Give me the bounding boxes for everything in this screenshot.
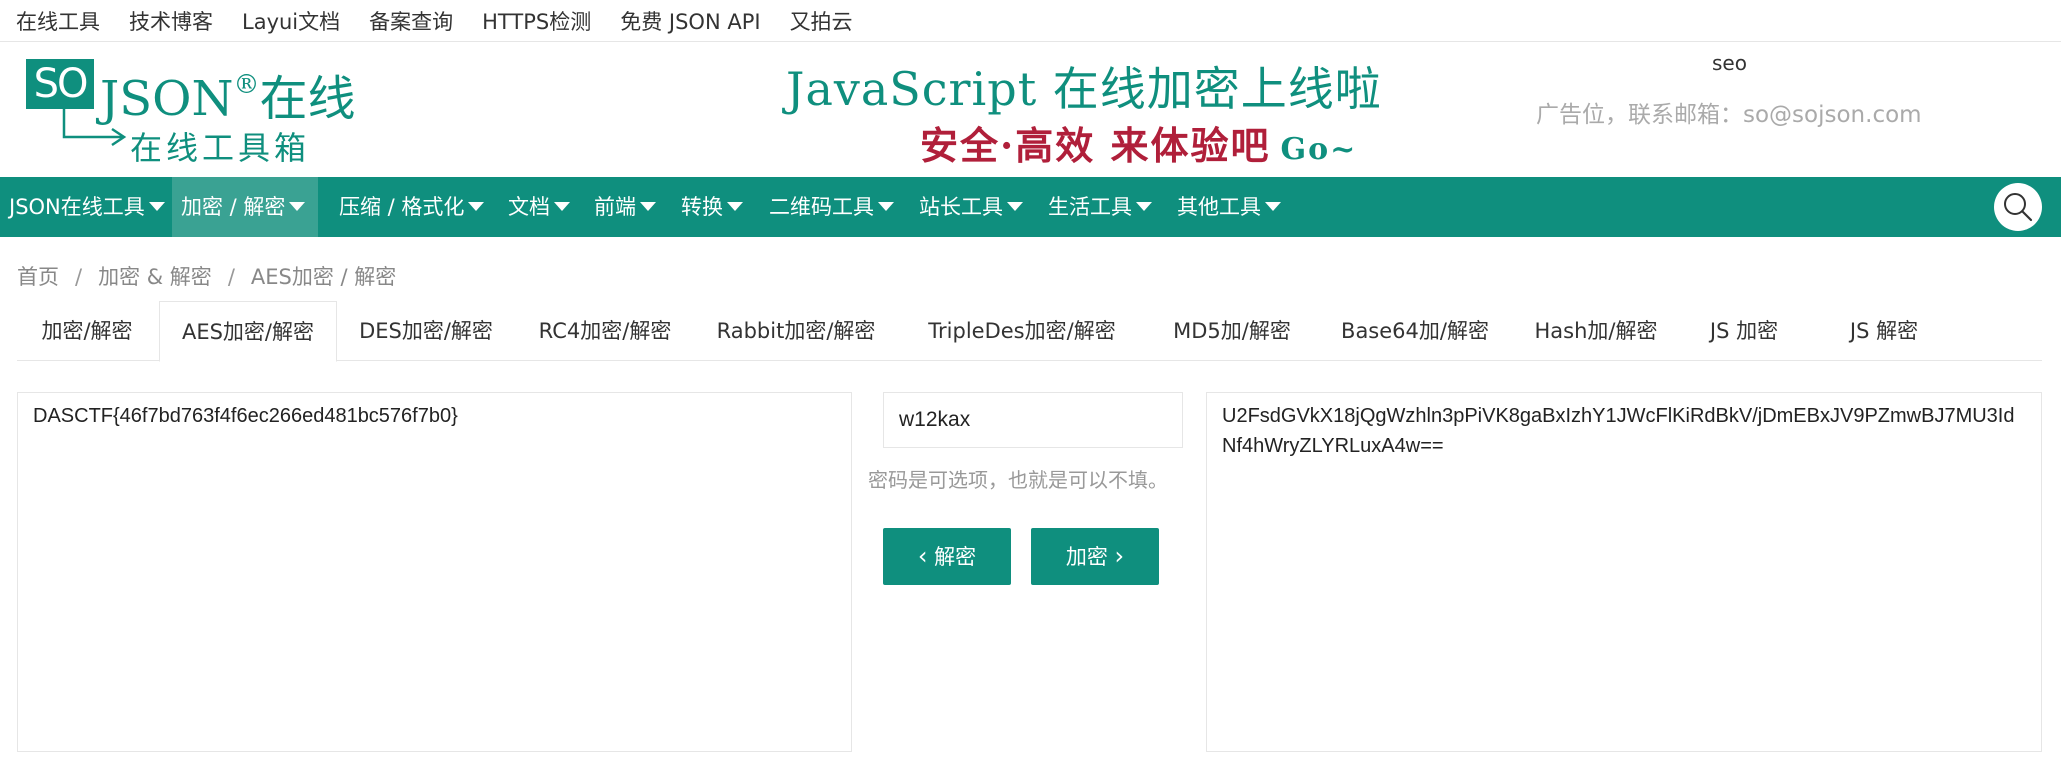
nav-item-convert[interactable]: 转换 (672, 177, 743, 237)
breadcrumb: 首页 / 加密 & 解密 / AES加密 / 解密 (17, 261, 396, 291)
decrypt-label: 解密 (934, 545, 977, 569)
password-input[interactable]: w12kax (883, 392, 1183, 448)
ciphertext-value: U2FsdGVkX18jQgWzhln3pPiVK8gaBxIzhY1JWcFl… (1222, 405, 2015, 457)
banner-tagline-text: 安全·高效 来体验吧 (920, 123, 1271, 168)
tab-md5[interactable]: MD5加/解密 (1147, 301, 1317, 361)
nav-item-life-tools[interactable]: 生活工具 (1039, 177, 1152, 237)
search-button[interactable] (1994, 183, 2042, 231)
plaintext-textarea[interactable]: DASCTF{46f7bd763f4f6ec266ed481bc576f7b0} (17, 392, 852, 752)
breadcrumb-separator: / (227, 265, 235, 289)
caret-down-icon (148, 201, 165, 211)
nav-item-webmaster-tools[interactable]: 站长工具 (910, 177, 1023, 237)
logo-subtitle: 在线工具箱 (130, 129, 311, 167)
tool-tabs: 加密/解密 AES加密/解密 DES加密/解密 RC4加密/解密 Rabbit加… (17, 301, 2042, 362)
caret-down-icon (878, 201, 894, 211)
breadcrumb-encrypt-decrypt[interactable]: 加密 & 解密 (98, 265, 212, 289)
seo-text: seo (1712, 51, 1747, 75)
tab-des[interactable]: DES加密/解密 (337, 301, 515, 361)
caret-down-icon (289, 201, 306, 211)
top-link-json-api[interactable]: 免费 JSON API (620, 6, 760, 36)
site-header: SO JSON®在线 在线工具箱 JavaScript 在线加密上线啦 安全·高… (0, 43, 2061, 177)
ciphertext-textarea[interactable]: U2FsdGVkX18jQgWzhln3pPiVK8gaBxIzhY1JWcFl… (1206, 392, 2042, 752)
nav-item-label: 其他工具 (1177, 195, 1261, 219)
decrypt-button[interactable]: ‹ 解密 (883, 528, 1011, 585)
nav-item-label: 二维码工具 (769, 195, 874, 219)
nav-item-label: JSON在线工具 (9, 195, 145, 219)
tab-js-decrypt[interactable]: JS 解密 (1809, 301, 1959, 361)
nav-item-label: 转换 (681, 195, 723, 219)
top-link-https-check[interactable]: HTTPS检测 (482, 6, 591, 36)
nav-item-other-tools[interactable]: 其他工具 (1168, 177, 1281, 237)
top-link-online-tools[interactable]: 在线工具 (16, 6, 100, 36)
banner-title: JavaScript 在线加密上线啦 (786, 62, 1382, 116)
tab-hash[interactable]: Hash加/解密 (1513, 301, 1679, 361)
logo-arrow-icon (62, 107, 127, 147)
caret-down-icon (1265, 201, 1281, 211)
logo-wordmark: JSON®在线 (100, 57, 356, 127)
chevron-right-icon: › (1114, 542, 1125, 570)
search-icon (2004, 193, 2033, 222)
nav-item-label: 前端 (594, 195, 636, 219)
logo-registered-mark: ® (233, 70, 260, 100)
plaintext-value: DASCTF{46f7bd763f4f6ec266ed481bc576f7b0} (33, 405, 458, 427)
caret-down-icon (727, 201, 743, 211)
caret-down-icon (1136, 201, 1152, 211)
nav-item-frontend[interactable]: 前端 (585, 177, 656, 237)
breadcrumb-separator: / (75, 265, 83, 289)
nav-item-label: 站长工具 (919, 195, 1003, 219)
tab-tripledes[interactable]: TripleDes加密/解密 (897, 301, 1147, 361)
caret-down-icon (554, 201, 570, 211)
top-link-bar: 在线工具 技术博客 Layui文档 备案查询 HTTPS检测 免费 JSON A… (0, 0, 2061, 42)
ad-placeholder[interactable]: 广告位，联系邮箱：so@sojson.com (1536, 95, 1922, 129)
breadcrumb-current: AES加密 / 解密 (250, 265, 397, 289)
top-link-layui-docs[interactable]: Layui文档 (242, 6, 340, 36)
logo-so-badge: SO (26, 59, 94, 109)
nav-item-compress-format[interactable]: 压缩 / 格式化 (330, 177, 485, 237)
encrypt-label: 加密 (1065, 545, 1108, 569)
banner-go-text: Go~ (1280, 132, 1358, 167)
nav-item-docs[interactable]: 文档 (499, 177, 570, 237)
logo-zaixian-text: 在线 (259, 71, 356, 127)
chevron-left-icon: ‹ (917, 542, 928, 570)
tab-js-encrypt[interactable]: JS 加密 (1679, 301, 1809, 361)
breadcrumb-home[interactable]: 首页 (17, 265, 59, 289)
nav-item-label: 生活工具 (1048, 195, 1132, 219)
nav-item-label: 压缩 / 格式化 (339, 195, 465, 219)
main-nav: JSON在线工具 加密 / 解密 压缩 / 格式化 文档 前端 转换 二维码工具… (0, 177, 2061, 237)
tab-base64[interactable]: Base64加/解密 (1317, 301, 1513, 361)
nav-item-label: 文档 (508, 195, 550, 219)
promo-banner[interactable]: JavaScript 在线加密上线啦 安全·高效 来体验吧 Go~ (780, 53, 1400, 169)
site-logo[interactable]: SO JSON®在线 在线工具箱 (26, 59, 356, 171)
top-link-icp-lookup[interactable]: 备案查询 (369, 6, 453, 36)
top-link-upyun[interactable]: 又拍云 (790, 6, 853, 36)
tab-aes[interactable]: AES加密/解密 (159, 301, 337, 362)
nav-item-json-tools[interactable]: JSON在线工具 (0, 177, 165, 237)
top-link-tech-blog[interactable]: 技术博客 (129, 6, 213, 36)
nav-item-qrcode-tools[interactable]: 二维码工具 (760, 177, 894, 237)
banner-tagline: 安全·高效 来体验吧 Go~ (920, 115, 1357, 170)
tab-encrypt-decrypt[interactable]: 加密/解密 (17, 301, 157, 361)
nav-item-label: 加密 / 解密 (181, 195, 286, 219)
password-hint: 密码是可选项，也就是可以不填。 (868, 468, 1168, 492)
caret-down-icon (468, 201, 485, 211)
caret-down-icon (1007, 201, 1023, 211)
encrypt-button[interactable]: 加密 › (1031, 528, 1159, 585)
tab-rabbit[interactable]: Rabbit加密/解密 (695, 301, 897, 361)
nav-item-encrypt-decrypt[interactable]: 加密 / 解密 (172, 177, 318, 237)
tab-rc4[interactable]: RC4加密/解密 (515, 301, 695, 361)
caret-down-icon (640, 201, 656, 211)
